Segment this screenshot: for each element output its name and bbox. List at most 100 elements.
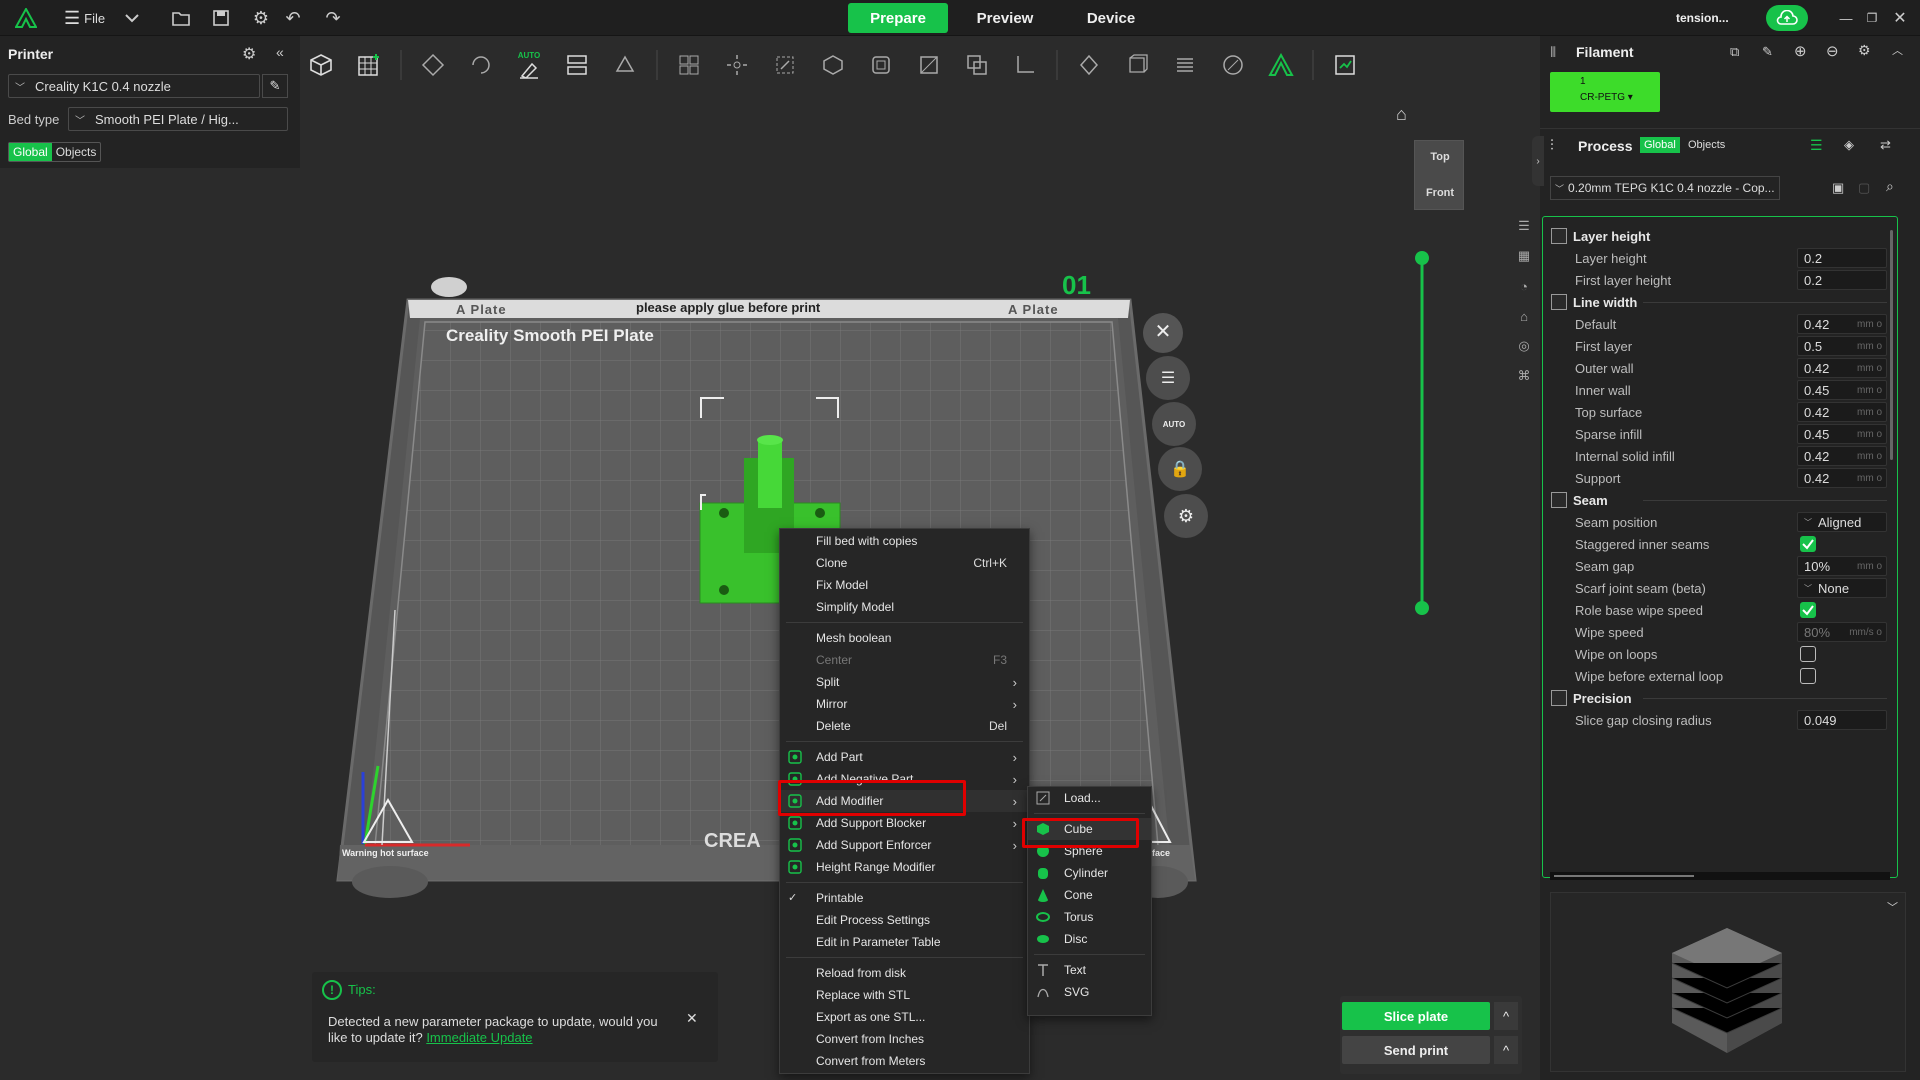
submenu-item-text[interactable]: Text [1028,959,1151,981]
tab-objects[interactable]: Objects [52,143,101,161]
speed-icon[interactable]: ◔ [1510,272,1538,300]
slice-options-button[interactable]: ^ [1494,1002,1518,1030]
menu-item-clone[interactable]: Clone Ctrl+K [780,552,1029,574]
submenu-item-torus[interactable]: Torus [1028,906,1151,928]
auto-arrange-icon[interactable]: AUTO [1162,412,1186,436]
slice-plate-button[interactable]: Slice plate [1342,1002,1490,1030]
add-object-icon[interactable] [300,45,342,85]
add-plate-icon[interactable] [348,45,390,85]
setting-input[interactable]: 0.42 mm o [1797,314,1887,334]
lock-icon[interactable]: 🔒 [1168,457,1192,481]
app-logo-icon[interactable] [14,6,38,30]
support-paint-icon[interactable] [908,45,950,85]
text-tool-icon[interactable] [1260,45,1302,85]
process-tab-objects[interactable]: Objects [1688,139,1725,151]
fuzzy-skin-icon[interactable] [1116,45,1158,85]
menu-item-mirror[interactable]: Mirror › [780,693,1029,715]
others-icon[interactable]: ◎ [1510,332,1538,360]
printer-settings-icon[interactable]: ⚙ [242,44,256,64]
submenu-item-cylinder[interactable]: Cylinder [1028,862,1151,884]
menu-item-center[interactable]: Center F3 [780,649,1029,671]
boolean-icon[interactable] [956,45,998,85]
collapse-panel-icon[interactable]: « [276,44,284,60]
menu-item-reload-from-disk[interactable]: Reload from disk [780,962,1029,984]
search-icon[interactable]: ⌕ [1886,178,1894,195]
menu-item-split[interactable]: Split › [780,671,1029,693]
strength-icon[interactable]: ▦ [1510,242,1538,270]
menu-item-height-range-modifier[interactable]: Height Range Modifier [780,856,1029,878]
orient-icon[interactable] [412,45,454,85]
paint-icon[interactable] [604,45,646,85]
setting-input[interactable]: 0.42 mm o [1797,468,1887,488]
process-tab-global[interactable]: Global [1640,137,1680,153]
tab-prepare[interactable]: Prepare [848,3,948,33]
submenu-item-disc[interactable]: Disc [1028,928,1151,950]
menu-item-delete[interactable]: Delete Del [780,715,1029,737]
menu-item-export-as-one-stl[interactable]: Export as one STL... [780,1006,1029,1028]
auto-orient-icon[interactable]: AUTO [508,45,550,85]
setting-input[interactable]: 0.42 mm o [1797,446,1887,466]
advanced-toggle-icon[interactable]: ⇄ [1880,137,1891,153]
menu-item-add-support-enforcer[interactable]: Add Support Enforcer › [780,834,1029,856]
menu-item-fill-bed-with-copies[interactable]: Fill bed with copies [780,530,1029,552]
view-cube[interactable]: Top Front [1414,140,1464,210]
submenu-item-svg[interactable]: SVG [1028,981,1151,1003]
filament-settings-icon[interactable]: ✎ [1762,44,1773,60]
setting-select[interactable]: ﹀ None [1797,578,1887,598]
setting-checkbox[interactable] [1800,602,1816,618]
setting-input[interactable]: 10% mm o [1797,556,1887,576]
setting-input[interactable]: 0.45 mm o [1797,424,1887,444]
undo-icon[interactable]: ↶ [282,7,304,29]
setting-input[interactable]: 0.049 [1797,710,1887,730]
filament-gear-icon[interactable]: ⚙ [1858,42,1871,59]
variable-layer-icon[interactable] [1164,45,1206,85]
save-icon[interactable] [210,8,232,28]
multimaterial-icon[interactable]: ⌘ [1510,362,1538,390]
setting-input[interactable]: 0.2 [1797,270,1887,290]
menu-item-replace-with-stl[interactable]: Replace with STL [780,984,1029,1006]
support-icon[interactable]: ⌂ [1510,302,1538,330]
menu-item-printable[interactable]: ✓ Printable [780,887,1029,909]
save-preset-icon[interactable]: ▣ [1832,180,1844,196]
settings-hscrollbar[interactable] [1550,872,1890,880]
send-print-button[interactable]: Send print [1342,1036,1490,1064]
collapse-filament-icon[interactable]: ︿ [1892,42,1903,58]
chevron-down-icon[interactable] [122,8,142,28]
filament-slot[interactable]: 1 CR-PETG ▾ [1550,72,1660,112]
tab-preview[interactable]: Preview [960,3,1050,33]
grid-view-icon[interactable] [668,45,710,85]
setting-checkbox[interactable] [1800,646,1816,662]
scale-icon[interactable] [764,45,806,85]
close-plate-icon[interactable]: ✕ [1151,319,1175,343]
menu-item-convert-from-inches[interactable]: Convert from Inches [780,1028,1029,1050]
measure-icon[interactable] [1004,45,1046,85]
menu-item-edit-process-settings[interactable]: Edit Process Settings [780,909,1029,931]
rotate-icon[interactable] [812,45,854,85]
home-icon[interactable]: ⌂ [1396,104,1416,124]
delete-preset-icon[interactable]: ▢ [1858,180,1870,196]
menu-item-mesh-boolean[interactable]: Mesh boolean [780,627,1029,649]
expand-thumbnail-icon[interactable]: ﹀ [1887,899,1898,915]
tab-global[interactable]: Global [9,143,52,161]
send-options-button[interactable]: ^ [1494,1036,1518,1064]
sync-filament-icon[interactable]: ⧉ [1730,44,1739,60]
maximize-icon[interactable]: ❐ [1862,8,1882,28]
immediate-update-link[interactable]: Immediate Update [426,1030,532,1045]
file-menu-button[interactable]: ☰ File [64,6,105,30]
close-icon[interactable]: ✕ [1890,8,1910,28]
arrange-icon[interactable] [460,45,502,85]
view-cube-front[interactable]: Front [1415,187,1465,199]
seam-paint-icon[interactable] [1068,45,1110,85]
cloud-upload-button[interactable] [1766,5,1808,31]
setting-checkbox[interactable] [1800,668,1816,684]
tab-device[interactable]: Device [1066,3,1156,33]
minimize-icon[interactable]: — [1836,8,1856,28]
compare-icon[interactable]: ◈ [1844,137,1854,153]
view-cube-top[interactable]: Top [1415,151,1465,163]
submenu-item-cone[interactable]: Cone [1028,884,1151,906]
setting-input[interactable]: 0.5 mm o [1797,336,1887,356]
menu-item-simplify-model[interactable]: Simplify Model [780,596,1029,618]
process-preset-select[interactable]: ﹀ 0.20mm TEPG K1C 0.4 nozzle - Cop... [1550,176,1780,200]
menu-item-add-part[interactable]: Add Part › [780,746,1029,768]
setting-checkbox[interactable] [1800,536,1816,552]
